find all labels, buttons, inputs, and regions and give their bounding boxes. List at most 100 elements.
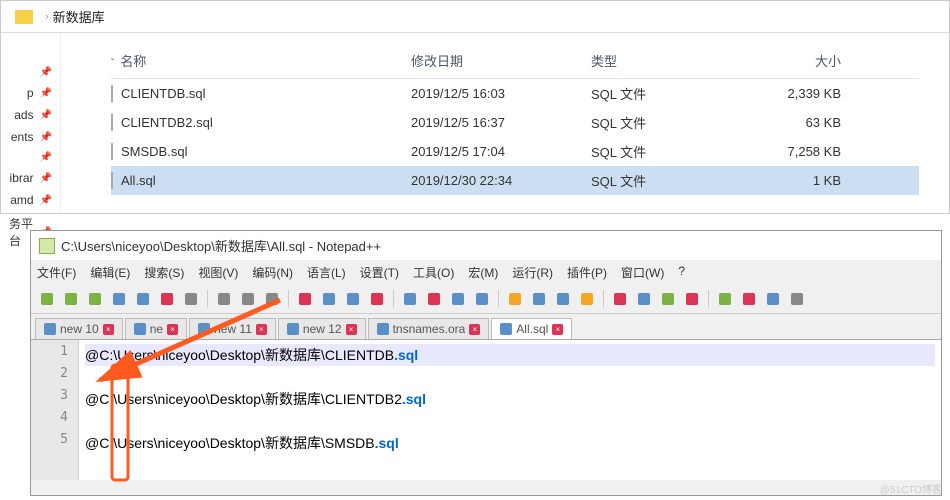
menu-item[interactable]: 工具(O) [413,264,454,281]
sidebar-item[interactable]: amd📌 [1,189,60,211]
code-line[interactable] [85,410,935,432]
close-icon[interactable]: × [469,324,480,335]
editor-tab[interactable]: new 11× [189,318,276,339]
sidebar-item[interactable]: 📌 [1,148,60,167]
menu-item[interactable]: 运行(R) [512,264,553,281]
toolbar-button[interactable] [214,289,234,309]
window-titlebar[interactable]: C:\Users\niceyoo\Desktop\新数据库\All.sql - … [31,231,941,260]
file-explorer: › 新数据库 📌p📌ads📌ents📌📌ibrar📌amd📌务平台📌📌 ˇ名称 … [0,0,950,214]
code-line[interactable] [85,366,935,388]
toolbar-button[interactable] [763,289,783,309]
breadcrumb[interactable]: › 新数据库 [1,1,949,33]
chevron-down-icon[interactable]: ˇ [111,58,114,69]
editor-tab[interactable]: All.sql× [491,318,572,339]
close-icon[interactable]: × [346,324,357,335]
code-line[interactable]: @C:\Users\niceyoo\Desktop\新数据库\CLIENTDB2… [85,388,935,410]
col-date[interactable]: 修改日期 [411,51,591,70]
editor-tab[interactable]: new 12× [278,318,366,339]
toolbar-button[interactable] [682,289,702,309]
menu-item[interactable]: 语言(L) [307,264,346,281]
file-icon [500,323,512,335]
toolbar-button[interactable] [424,289,444,309]
col-type[interactable]: 类型 [591,51,731,70]
line-number: 4 [31,410,78,432]
toolbar-button[interactable] [61,289,81,309]
toolbar-button[interactable] [319,289,339,309]
menu-item[interactable]: 搜索(S) [144,264,184,281]
line-number: 2 [31,366,78,388]
toolbar-button[interactable] [133,289,153,309]
menu-item[interactable]: 插件(P) [567,264,607,281]
explorer-sidebar: 📌p📌ads📌ents📌📌ibrar📌amd📌务平台📌📌 [1,33,61,213]
file-icon [111,114,113,131]
folder-icon [15,10,33,24]
toolbar-button[interactable] [529,289,549,309]
sidebar-item[interactable]: 📌 [1,63,60,82]
code-area[interactable]: @C:\Users\niceyoo\Desktop\新数据库\CLIENTDB.… [79,340,941,480]
menu-item[interactable]: 编码(N) [252,264,293,281]
file-row[interactable]: CLIENTDB2.sql2019/12/5 16:37SQL 文件63 KB [111,108,919,137]
toolbar-button[interactable] [262,289,282,309]
line-number: 1 [31,344,78,366]
file-row[interactable]: All.sql2019/12/30 22:34SQL 文件1 KB [111,166,919,195]
col-size[interactable]: 大小 [731,51,841,70]
menu-item[interactable]: 编辑(E) [90,264,130,281]
toolbar-button[interactable] [85,289,105,309]
toolbar-button[interactable] [367,289,387,309]
line-number: 5 [31,432,78,454]
toolbar-button[interactable] [739,289,759,309]
watermark: @51CTO博客 [880,481,942,496]
toolbar-button[interactable] [448,289,468,309]
toolbar-button[interactable] [658,289,678,309]
menu-item[interactable]: 文件(F) [37,264,76,281]
toolbar-button[interactable] [553,289,573,309]
toolbar-button[interactable] [400,289,420,309]
close-icon[interactable]: × [167,324,178,335]
close-icon[interactable]: × [552,324,563,335]
sidebar-item[interactable]: p📌 [1,82,60,104]
code-line[interactable]: @C:\Users\niceyoo\Desktop\新数据库\CLIENTDB.… [85,344,935,366]
toolbar-button[interactable] [157,289,177,309]
tab-bar: new 10×ne×new 11×new 12×tnsnames.ora×All… [31,314,941,340]
toolbar-button[interactable] [238,289,258,309]
close-icon[interactable]: × [103,324,114,335]
menu-item[interactable]: 视图(V) [198,264,238,281]
file-icon [377,323,389,335]
col-name[interactable]: 名称 [120,54,146,69]
code-line[interactable]: @C:\Users\niceyoo\Desktop\新数据库\SMSDB.sql [85,432,935,454]
file-icon [111,143,113,160]
editor-tab[interactable]: tnsnames.ora× [368,318,490,339]
toolbar-button[interactable] [472,289,492,309]
toolbar-button[interactable] [610,289,630,309]
close-icon[interactable]: × [256,324,267,335]
menu-item[interactable]: 设置(T) [360,264,399,281]
file-list-header: ˇ 名称 修改日期 类型 大小 [111,43,919,79]
menu-item[interactable]: 宏(M) [468,264,498,281]
notepad-window: C:\Users\niceyoo\Desktop\新数据库\All.sql - … [30,230,942,496]
toolbar-button[interactable] [343,289,363,309]
breadcrumb-label[interactable]: 新数据库 [53,7,105,26]
file-list: ˇ 名称 修改日期 类型 大小 CLIENTDB.sql2019/12/5 16:… [61,33,949,213]
sidebar-item[interactable]: ibrar📌 [1,167,60,189]
toolbar-button[interactable] [787,289,807,309]
toolbar-button[interactable] [181,289,201,309]
toolbar-button[interactable] [37,289,57,309]
toolbar-button[interactable] [505,289,525,309]
toolbar-button[interactable] [109,289,129,309]
editor[interactable]: 12345 @C:\Users\niceyoo\Desktop\新数据库\CLI… [31,340,941,480]
menu-item[interactable]: ? [678,264,685,281]
sidebar-item[interactable]: ads📌 [1,104,60,126]
toolbar-button[interactable] [634,289,654,309]
file-row[interactable]: CLIENTDB.sql2019/12/5 16:03SQL 文件2,339 K… [111,79,919,108]
sidebar-item[interactable]: ents📌 [1,126,60,148]
menu-item[interactable]: 窗口(W) [621,264,664,281]
toolbar-button[interactable] [295,289,315,309]
file-row[interactable]: SMSDB.sql2019/12/5 17:04SQL 文件7,258 KB [111,137,919,166]
editor-tab[interactable]: new 10× [35,318,123,339]
toolbar-button[interactable] [577,289,597,309]
toolbar-button[interactable] [715,289,735,309]
chevron-right-icon: › [45,11,49,23]
editor-tab[interactable]: ne× [125,318,187,339]
toolbar [31,285,941,314]
file-icon [134,323,146,335]
